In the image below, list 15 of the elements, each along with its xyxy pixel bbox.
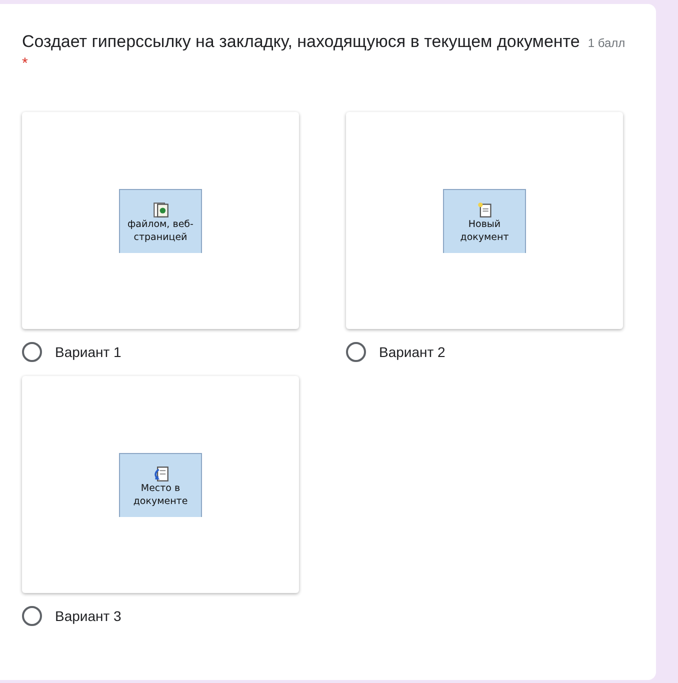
button-caption: Место в документе	[132, 482, 189, 508]
radio-button[interactable]	[346, 342, 366, 362]
option-label: Вариант 2	[379, 344, 446, 360]
new-document-icon	[476, 202, 492, 218]
option-label: Вариант 1	[55, 344, 122, 360]
radio-button[interactable]	[22, 342, 42, 362]
question-title: Создает гиперссылку на закладку, находящуюся в текущем документе	[22, 32, 580, 52]
button-caption: Новый документ	[459, 218, 510, 244]
option-label: Вариант 3	[55, 608, 122, 624]
button-caption: файлом, веб-страницей	[126, 218, 194, 244]
required-mark: *	[22, 55, 29, 72]
points-label: 1 балл	[588, 36, 626, 50]
radio-button[interactable]	[22, 606, 42, 626]
document-arrow-icon	[152, 466, 168, 482]
document-icon	[152, 202, 168, 218]
